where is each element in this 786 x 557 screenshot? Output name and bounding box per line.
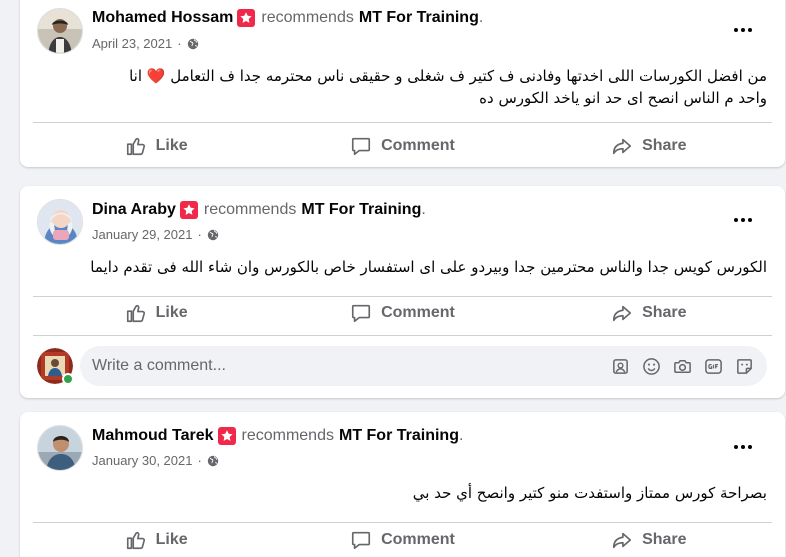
share-label: Share: [642, 304, 687, 321]
share-button[interactable]: Share: [526, 295, 772, 331]
comment-input[interactable]: [92, 357, 600, 375]
recommends-label: recommends: [203, 201, 297, 218]
globe-icon: [207, 229, 219, 241]
author-name[interactable]: Dina Araby: [92, 201, 176, 219]
post-meta: April 23, 2021 ·: [92, 36, 199, 51]
like-button[interactable]: Like: [33, 295, 279, 331]
post-text: بصراحة كورس ممتاز واستفدت منو كتير وانصح…: [37, 482, 767, 504]
header-period: .: [478, 9, 484, 26]
header-period: .: [421, 201, 426, 218]
post-card: Mohamed Hossam recommends MT For Trainin…: [20, 0, 785, 167]
post-date[interactable]: January 29, 2021: [92, 227, 192, 242]
comment-bubble-icon: [350, 529, 372, 551]
recommend-star-icon: [179, 201, 198, 219]
comment-label: Comment: [381, 304, 455, 321]
comment-label: Comment: [381, 137, 455, 154]
share-arrow-icon: [611, 302, 633, 324]
sticker-icon[interactable]: [733, 355, 755, 377]
share-label: Share: [642, 531, 687, 548]
author-avatar[interactable]: [37, 199, 83, 245]
page-name-link[interactable]: MT For Training: [301, 201, 421, 219]
globe-icon: [187, 38, 199, 50]
post-meta: January 29, 2021 ·: [92, 227, 219, 242]
recommends-label: recommends: [241, 427, 334, 444]
post-header: Dina Araby recommends MT For Training .: [92, 201, 426, 219]
post-actions: Like Comment Share: [33, 522, 772, 557]
meta-separator: ·: [197, 227, 202, 242]
comment-button[interactable]: Comment: [279, 295, 525, 331]
post-header: Mohamed Hossam recommends MT For Trainin…: [92, 9, 483, 27]
post-meta: January 30, 2021 ·: [92, 453, 219, 468]
post-date[interactable]: April 23, 2021: [92, 36, 172, 51]
comment-bubble-icon: [350, 302, 372, 324]
post-header: Mahmoud Tarek recommends MT For Training…: [92, 427, 463, 445]
post-text: من افضل الكورسات اللى اخدتها وفادنى ف كت…: [37, 65, 767, 109]
comment-bar: [37, 346, 767, 386]
share-label: Share: [642, 137, 687, 154]
post-text-line: واحد م الناس انصح اى حد انو ياخد الكورس …: [479, 89, 767, 107]
like-label: Like: [155, 137, 188, 154]
avatar-frame-icon[interactable]: [609, 355, 631, 377]
camera-icon[interactable]: [671, 355, 693, 377]
author-avatar[interactable]: [37, 8, 83, 54]
post-text: الكورس كويس جدا والناس محترمين جدا وبيرد…: [37, 256, 767, 278]
recommend-star-icon: [217, 427, 236, 445]
divider: [33, 335, 772, 336]
more-options-icon[interactable]: [725, 429, 761, 465]
share-arrow-icon: [611, 135, 633, 157]
author-avatar[interactable]: [37, 425, 83, 471]
meta-separator: ·: [177, 36, 182, 51]
like-button[interactable]: Like: [33, 522, 279, 557]
like-label: Like: [155, 304, 188, 321]
post-date[interactable]: January 30, 2021: [92, 453, 192, 468]
comment-button[interactable]: Comment: [279, 128, 525, 164]
comment-input-container: [80, 346, 767, 386]
like-thumb-icon: [125, 529, 147, 551]
like-button[interactable]: Like: [33, 128, 279, 164]
post-text-line: من افضل الكورسات اللى اخدتها وفادنى ف كت…: [129, 67, 767, 85]
post-card: Mahmoud Tarek recommends MT For Training…: [20, 412, 785, 557]
emoji-icon[interactable]: [640, 355, 662, 377]
post-actions: Like Comment Share: [33, 295, 772, 331]
share-button[interactable]: Share: [526, 128, 772, 164]
author-name[interactable]: Mohamed Hossam: [92, 9, 233, 27]
like-label: Like: [155, 531, 188, 548]
comment-bubble-icon: [350, 135, 372, 157]
post-text-line: الكورس كويس جدا والناس محترمين جدا وبيرد…: [90, 258, 767, 276]
page-name-link[interactable]: MT For Training: [359, 9, 479, 27]
divider: [33, 122, 772, 123]
recommends-label: recommends: [261, 9, 354, 26]
share-arrow-icon: [611, 529, 633, 551]
post-card: Dina Araby recommends MT For Training . …: [20, 186, 785, 398]
like-thumb-icon: [125, 302, 147, 324]
current-user-avatar[interactable]: [37, 348, 74, 385]
share-button[interactable]: Share: [526, 522, 772, 557]
page-name-link[interactable]: MT For Training: [339, 427, 459, 445]
meta-separator: ·: [197, 453, 202, 468]
post-text-line: بصراحة كورس ممتاز واستفدت منو كتير وانصح…: [412, 484, 767, 502]
globe-icon: [207, 455, 219, 467]
comment-button[interactable]: Comment: [279, 522, 525, 557]
recommend-star-icon: [237, 9, 256, 27]
author-name[interactable]: Mahmoud Tarek: [92, 427, 214, 445]
more-options-icon[interactable]: [725, 202, 761, 238]
like-thumb-icon: [125, 135, 147, 157]
post-actions: Like Comment Share: [33, 128, 772, 164]
header-period: .: [458, 427, 464, 444]
more-options-icon[interactable]: [725, 12, 761, 48]
online-status-indicator: [62, 373, 74, 385]
comment-label: Comment: [381, 531, 455, 548]
gif-icon[interactable]: [702, 355, 724, 377]
